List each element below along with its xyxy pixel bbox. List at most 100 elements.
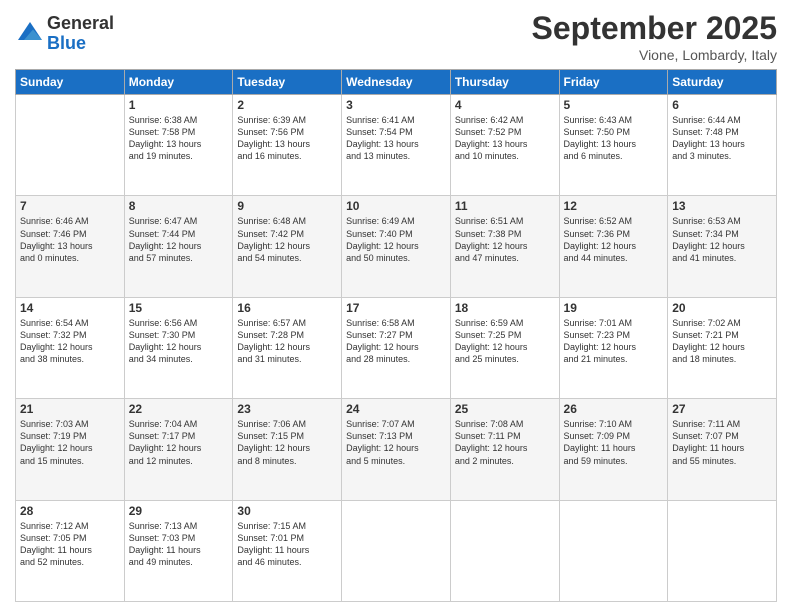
- day-number: 14: [20, 301, 120, 315]
- cell-info: Sunrise: 7:03 AMSunset: 7:19 PMDaylight:…: [20, 418, 120, 467]
- col-header-friday: Friday: [559, 70, 668, 95]
- cell-info: Sunrise: 7:12 AMSunset: 7:05 PMDaylight:…: [20, 520, 120, 569]
- day-number: 24: [346, 402, 446, 416]
- calendar-cell: [342, 500, 451, 601]
- calendar-cell: [16, 95, 125, 196]
- calendar-cell: 20 Sunrise: 7:02 AMSunset: 7:21 PMDayligh…: [668, 297, 777, 398]
- day-number: 18: [455, 301, 555, 315]
- day-number: 5: [564, 98, 664, 112]
- calendar-header-row: SundayMondayTuesdayWednesdayThursdayFrid…: [16, 70, 777, 95]
- col-header-saturday: Saturday: [668, 70, 777, 95]
- cell-info: Sunrise: 6:43 AMSunset: 7:50 PMDaylight:…: [564, 114, 664, 163]
- calendar-cell: 24 Sunrise: 7:07 AMSunset: 7:13 PMDayligh…: [342, 399, 451, 500]
- calendar-cell: [668, 500, 777, 601]
- day-number: 29: [129, 504, 229, 518]
- calendar-cell: 18 Sunrise: 6:59 AMSunset: 7:25 PMDayligh…: [450, 297, 559, 398]
- calendar-cell: 17 Sunrise: 6:58 AMSunset: 7:27 PMDayligh…: [342, 297, 451, 398]
- calendar-cell: 7 Sunrise: 6:46 AMSunset: 7:46 PMDaylight…: [16, 196, 125, 297]
- calendar-cell: 4Sunrise: 6:42 AMSunset: 7:52 PMDaylight…: [450, 95, 559, 196]
- calendar-cell: [559, 500, 668, 601]
- cell-info: Sunrise: 7:11 AMSunset: 7:07 PMDaylight:…: [672, 418, 772, 467]
- cell-info: Sunrise: 6:44 AMSunset: 7:48 PMDaylight:…: [672, 114, 772, 163]
- cell-info: Sunrise: 7:08 AMSunset: 7:11 PMDaylight:…: [455, 418, 555, 467]
- cell-info: Sunrise: 6:59 AMSunset: 7:25 PMDaylight:…: [455, 317, 555, 366]
- day-number: 9: [237, 199, 337, 213]
- day-number: 13: [672, 199, 772, 213]
- day-number: 23: [237, 402, 337, 416]
- calendar-cell: 10 Sunrise: 6:49 AMSunset: 7:40 PMDayligh…: [342, 196, 451, 297]
- calendar: SundayMondayTuesdayWednesdayThursdayFrid…: [15, 69, 777, 602]
- day-number: 12: [564, 199, 664, 213]
- day-number: 11: [455, 199, 555, 213]
- month-title: September 2025: [532, 10, 777, 47]
- calendar-cell: 27Sunrise: 7:11 AMSunset: 7:07 PMDayligh…: [668, 399, 777, 500]
- calendar-cell: 23 Sunrise: 7:06 AMSunset: 7:15 PMDayligh…: [233, 399, 342, 500]
- cell-info: Sunrise: 6:38 AMSunset: 7:58 PMDaylight:…: [129, 114, 229, 163]
- day-number: 26: [564, 402, 664, 416]
- cell-info: Sunrise: 6:48 AMSunset: 7:42 PMDaylight:…: [237, 215, 337, 264]
- calendar-cell: 30 Sunrise: 7:15 AMSunset: 7:01 PMDayligh…: [233, 500, 342, 601]
- day-number: 21: [20, 402, 120, 416]
- calendar-cell: 29Sunrise: 7:13 AMSunset: 7:03 PMDayligh…: [124, 500, 233, 601]
- day-number: 15: [129, 301, 229, 315]
- calendar-cell: 14Sunrise: 6:54 AMSunset: 7:32 PMDayligh…: [16, 297, 125, 398]
- calendar-cell: 12 Sunrise: 6:52 AMSunset: 7:36 PMDayligh…: [559, 196, 668, 297]
- calendar-cell: 21 Sunrise: 7:03 AMSunset: 7:19 PMDayligh…: [16, 399, 125, 500]
- cell-info: Sunrise: 6:47 AMSunset: 7:44 PMDaylight:…: [129, 215, 229, 264]
- cell-info: Sunrise: 6:57 AMSunset: 7:28 PMDaylight:…: [237, 317, 337, 366]
- day-number: 16: [237, 301, 337, 315]
- cell-info: Sunrise: 6:42 AMSunset: 7:52 PMDaylight:…: [455, 114, 555, 163]
- calendar-cell: 2 Sunrise: 6:39 AMSunset: 7:56 PMDaylight…: [233, 95, 342, 196]
- day-number: 19: [564, 301, 664, 315]
- day-number: 20: [672, 301, 772, 315]
- cell-info: Sunrise: 7:15 AMSunset: 7:01 PMDaylight:…: [237, 520, 337, 569]
- calendar-cell: 6Sunrise: 6:44 AMSunset: 7:48 PMDaylight…: [668, 95, 777, 196]
- calendar-cell: 26Sunrise: 7:10 AMSunset: 7:09 PMDayligh…: [559, 399, 668, 500]
- cell-info: Sunrise: 6:41 AMSunset: 7:54 PMDaylight:…: [346, 114, 446, 163]
- logo-blue-text: Blue: [47, 34, 114, 54]
- cell-info: Sunrise: 7:06 AMSunset: 7:15 PMDaylight:…: [237, 418, 337, 467]
- logo-general-text: General: [47, 14, 114, 34]
- page: General Blue September 2025 Vione, Lomba…: [0, 0, 792, 612]
- cell-info: Sunrise: 6:39 AMSunset: 7:56 PMDaylight:…: [237, 114, 337, 163]
- cell-info: Sunrise: 6:51 AMSunset: 7:38 PMDaylight:…: [455, 215, 555, 264]
- calendar-cell: 3 Sunrise: 6:41 AMSunset: 7:54 PMDaylight…: [342, 95, 451, 196]
- day-number: 3: [346, 98, 446, 112]
- title-area: September 2025 Vione, Lombardy, Italy: [532, 10, 777, 63]
- cell-info: Sunrise: 6:49 AMSunset: 7:40 PMDaylight:…: [346, 215, 446, 264]
- cell-info: Sunrise: 6:46 AMSunset: 7:46 PMDaylight:…: [20, 215, 120, 264]
- day-number: 2: [237, 98, 337, 112]
- day-number: 10: [346, 199, 446, 213]
- day-number: 28: [20, 504, 120, 518]
- day-number: 30: [237, 504, 337, 518]
- week-row-2: 7 Sunrise: 6:46 AMSunset: 7:46 PMDaylight…: [16, 196, 777, 297]
- logo-icon: [15, 19, 45, 49]
- location: Vione, Lombardy, Italy: [532, 47, 777, 63]
- calendar-cell: 11 Sunrise: 6:51 AMSunset: 7:38 PMDayligh…: [450, 196, 559, 297]
- calendar-cell: 13Sunrise: 6:53 AMSunset: 7:34 PMDayligh…: [668, 196, 777, 297]
- calendar-cell: 19Sunrise: 7:01 AMSunset: 7:23 PMDayligh…: [559, 297, 668, 398]
- header: General Blue September 2025 Vione, Lomba…: [15, 10, 777, 63]
- cell-info: Sunrise: 6:52 AMSunset: 7:36 PMDaylight:…: [564, 215, 664, 264]
- week-row-3: 14Sunrise: 6:54 AMSunset: 7:32 PMDayligh…: [16, 297, 777, 398]
- logo: General Blue: [15, 14, 114, 54]
- col-header-tuesday: Tuesday: [233, 70, 342, 95]
- calendar-cell: 8Sunrise: 6:47 AMSunset: 7:44 PMDaylight…: [124, 196, 233, 297]
- day-number: 17: [346, 301, 446, 315]
- cell-info: Sunrise: 7:04 AMSunset: 7:17 PMDaylight:…: [129, 418, 229, 467]
- col-header-sunday: Sunday: [16, 70, 125, 95]
- calendar-cell: 15Sunrise: 6:56 AMSunset: 7:30 PMDayligh…: [124, 297, 233, 398]
- calendar-cell: 5 Sunrise: 6:43 AMSunset: 7:50 PMDaylight…: [559, 95, 668, 196]
- cell-info: Sunrise: 7:07 AMSunset: 7:13 PMDaylight:…: [346, 418, 446, 467]
- week-row-1: 1Sunrise: 6:38 AMSunset: 7:58 PMDaylight…: [16, 95, 777, 196]
- day-number: 22: [129, 402, 229, 416]
- cell-info: Sunrise: 6:58 AMSunset: 7:27 PMDaylight:…: [346, 317, 446, 366]
- cell-info: Sunrise: 7:02 AMSunset: 7:21 PMDaylight:…: [672, 317, 772, 366]
- calendar-cell: [450, 500, 559, 601]
- calendar-cell: 25Sunrise: 7:08 AMSunset: 7:11 PMDayligh…: [450, 399, 559, 500]
- day-number: 7: [20, 199, 120, 213]
- calendar-cell: 9 Sunrise: 6:48 AMSunset: 7:42 PMDaylight…: [233, 196, 342, 297]
- calendar-cell: 22 Sunrise: 7:04 AMSunset: 7:17 PMDayligh…: [124, 399, 233, 500]
- calendar-cell: 16 Sunrise: 6:57 AMSunset: 7:28 PMDayligh…: [233, 297, 342, 398]
- col-header-wednesday: Wednesday: [342, 70, 451, 95]
